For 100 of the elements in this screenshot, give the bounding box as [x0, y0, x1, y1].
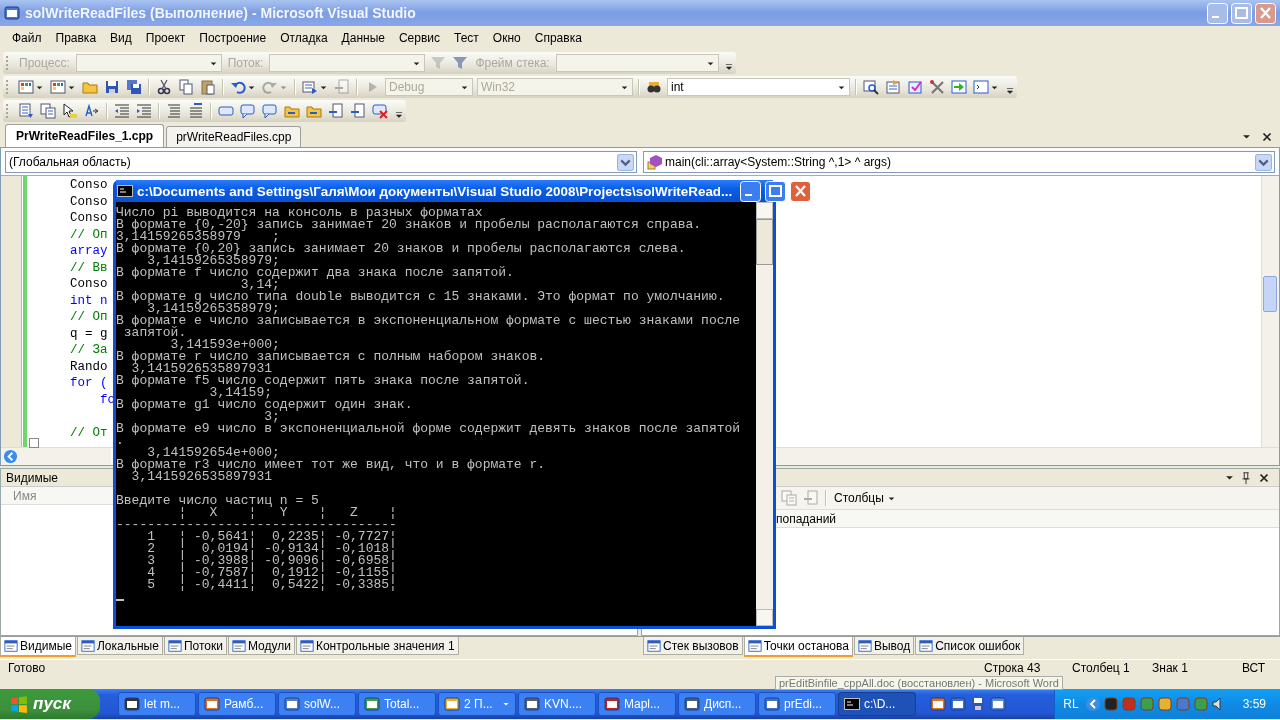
taskbar-button[interactable]: Total...	[358, 692, 436, 716]
sort-arrow-icon[interactable]	[84, 103, 100, 119]
taskbar-button[interactable]: Mapl...	[598, 692, 676, 716]
menu-item[interactable]: Вид	[103, 29, 139, 47]
document-tab[interactable]: PrWriteReadFiles_1.cpp	[5, 124, 165, 147]
member-dropdown[interactable]: main(cli::array<System::String ^,1> ^ args)	[643, 151, 1275, 173]
floppies-icon[interactable]	[126, 79, 142, 95]
scope-dropdown[interactable]: (Глобальная область)	[5, 151, 637, 173]
panel-tab[interactable]: Точки останова	[743, 637, 853, 657]
app-icon[interactable]	[930, 696, 946, 712]
floppy-icon[interactable]	[970, 696, 986, 712]
tray-icon[interactable]	[1174, 696, 1191, 712]
bubble-cross-icon[interactable]	[372, 103, 388, 119]
menu-item[interactable]: Файл	[5, 29, 49, 47]
grid-icon[interactable]	[18, 79, 34, 95]
search-icon[interactable]	[863, 79, 879, 95]
taskbar-button[interactable]: KVN....	[518, 692, 596, 716]
pointer-icon[interactable]	[62, 103, 78, 119]
binoculars-icon[interactable]	[646, 79, 662, 95]
search-field[interactable]: int	[667, 78, 850, 96]
floppy-icon[interactable]	[104, 79, 120, 95]
overflow-icon[interactable]	[394, 110, 404, 120]
menu-item[interactable]: Тест	[447, 29, 486, 47]
toolbar-grip[interactable]	[6, 80, 11, 94]
copy-icon[interactable]	[178, 79, 194, 95]
arrow-box-icon[interactable]	[951, 79, 967, 95]
document-tab[interactable]: prWriteReadFiles.cpp	[166, 126, 302, 147]
document-arrow-icon[interactable]	[350, 103, 366, 119]
start-button[interactable]: пуск	[0, 689, 100, 719]
overflow-icon[interactable]	[1005, 86, 1015, 96]
minimize-button[interactable]	[740, 180, 762, 202]
language-indicator[interactable]: RL	[1063, 697, 1079, 711]
grid-icon[interactable]	[50, 79, 66, 95]
undo-icon[interactable]	[230, 79, 246, 95]
folder-arrow-icon[interactable]	[284, 103, 300, 119]
app-icon[interactable]	[990, 696, 1006, 712]
menu-item[interactable]: Сервис	[391, 29, 448, 47]
collapse-box[interactable]	[29, 438, 39, 448]
columns-button[interactable]: Столбцы	[830, 491, 900, 505]
scrollbar[interactable]	[756, 202, 773, 626]
tray-icon[interactable]	[1138, 696, 1155, 712]
folder-icon[interactable]	[82, 79, 98, 95]
toolbar-grip[interactable]	[6, 56, 11, 70]
scroll-thumb[interactable]	[1263, 276, 1277, 312]
close-button[interactable]	[1255, 2, 1276, 24]
scrollbar[interactable]	[1261, 176, 1279, 447]
taskbar-button[interactable]: solW...	[278, 692, 356, 716]
properties-icon[interactable]	[885, 79, 901, 95]
close-button[interactable]	[790, 180, 812, 202]
document-list-icon[interactable]	[18, 103, 34, 119]
clipboard-icon[interactable]	[200, 79, 216, 95]
documents-icon[interactable]	[40, 103, 56, 119]
chevron-left-icon[interactable]	[3, 449, 18, 464]
menu-item[interactable]: Правка	[48, 29, 104, 47]
speech-bubble-icon[interactable]	[240, 103, 256, 119]
panel-tab[interactable]: Потоки	[163, 637, 227, 655]
menu-item[interactable]: Отладка	[273, 29, 335, 47]
chevron-left-icon[interactable]	[1084, 696, 1101, 712]
form-icon[interactable]	[907, 79, 923, 95]
panel-tab[interactable]: Модули	[227, 637, 295, 655]
tray-icon[interactable]	[1102, 696, 1119, 712]
menu-item[interactable]: Справка	[527, 29, 589, 47]
lines-icon[interactable]	[166, 103, 182, 119]
scissors-icon[interactable]	[156, 79, 172, 95]
scrollbar[interactable]	[1, 448, 111, 465]
panel-tab[interactable]: Стек вызовов	[643, 637, 743, 655]
panel-tab[interactable]: Локальные	[76, 637, 163, 655]
indent-icon[interactable]	[136, 103, 152, 119]
menu-item[interactable]: Проект	[138, 29, 193, 47]
taskbar-button[interactable]: Рамб...	[198, 692, 276, 716]
taskbar-button[interactable]: c:\D...	[838, 692, 916, 716]
maximize-button[interactable]	[765, 180, 787, 202]
command-window-icon[interactable]	[973, 79, 989, 95]
speech-bubble-icon[interactable]	[262, 103, 278, 119]
window-list-icon[interactable]	[302, 79, 318, 95]
menu-item[interactable]: Окно	[485, 29, 528, 47]
panel-tab[interactable]: Контрольные значения 1	[295, 637, 459, 655]
tray-icon[interactable]	[1156, 696, 1173, 712]
tools-icon[interactable]	[929, 79, 945, 95]
toolbar-grip[interactable]	[6, 104, 11, 118]
tray-icon[interactable]	[1120, 696, 1137, 712]
overflow-icon[interactable]	[723, 62, 734, 72]
menu-item[interactable]: Данные	[334, 29, 392, 47]
folder-arrow-icon[interactable]	[306, 103, 322, 119]
lines-arrow-icon[interactable]	[188, 103, 204, 119]
taskbar-button[interactable]: 2 П...	[438, 692, 516, 716]
app-icon[interactable]	[950, 696, 966, 712]
panel-tab[interactable]: Видимые	[0, 637, 76, 657]
panel-tab[interactable]: Вывод	[853, 637, 915, 655]
rectangle-icon[interactable]	[218, 103, 234, 119]
outdent-icon[interactable]	[114, 103, 130, 119]
taskbar-button[interactable]: prEdi...	[758, 692, 836, 716]
funnel-icon[interactable]	[452, 55, 469, 71]
menu-item[interactable]: Построение	[192, 29, 274, 47]
scrollbar[interactable]	[777, 448, 1279, 465]
document-arrow-icon[interactable]	[328, 103, 344, 119]
taskbar-button[interactable]: let m...	[118, 692, 196, 716]
panel-tab[interactable]: Список ошибок	[915, 637, 1025, 655]
scroll-thumb[interactable]	[756, 219, 773, 265]
taskbar-button[interactable]: Дисп...	[678, 692, 756, 716]
